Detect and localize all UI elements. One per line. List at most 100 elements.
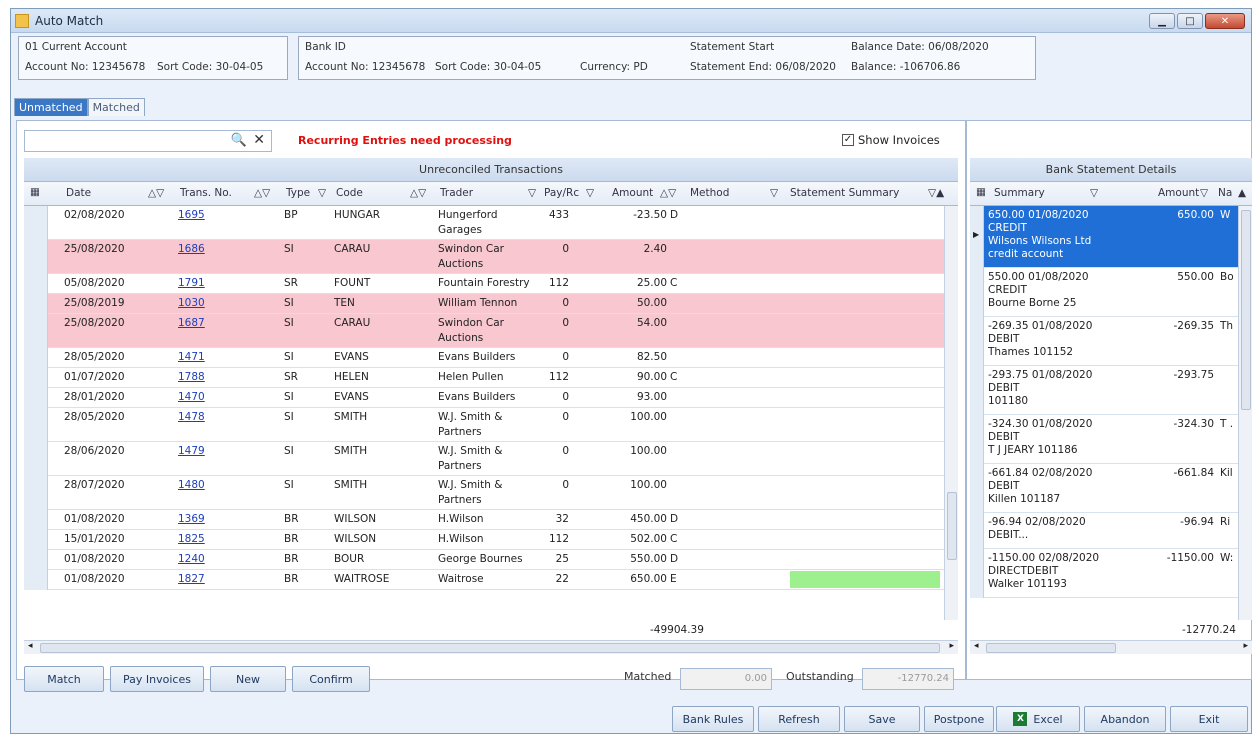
row-gutter[interactable]	[24, 442, 48, 476]
row-gutter[interactable]	[24, 274, 48, 294]
date-sort-filter-icon[interactable]: △▽	[148, 187, 164, 199]
cell-trans[interactable]: 1825	[178, 533, 205, 545]
excel-button[interactable]: X Excel	[996, 706, 1080, 732]
tab-matched[interactable]: Matched	[87, 98, 145, 116]
row-gutter[interactable]	[24, 314, 48, 348]
statement-row[interactable]: -293.75 01/08/2020 DEBIT 101180 -293.75	[970, 366, 1238, 415]
abandon-button[interactable]: Abandon	[1084, 706, 1166, 732]
statement-row[interactable]: ▶ 650.00 01/08/2020 CREDIT Wilsons Wilsons …	[970, 206, 1238, 268]
row-gutter[interactable]: ▶	[970, 206, 984, 268]
table-row[interactable]: 05/08/2020 1791 SR FOUNT Fountain Forestry 11…	[24, 274, 944, 294]
type-filter-icon[interactable]: ▽	[318, 187, 326, 199]
row-gutter[interactable]	[24, 476, 48, 510]
table-row[interactable]: 25/08/2019 1030 SI TEN William Tennon 0 50.00	[24, 294, 944, 314]
row-gutter[interactable]	[24, 294, 48, 314]
search-icon[interactable]: 🔍	[231, 133, 247, 148]
scroll-left-icon[interactable]: ◂	[28, 641, 33, 651]
header-statement-summary[interactable]: Statement Summary	[790, 187, 899, 199]
right-header-scroll-icon[interactable]: ▲	[1238, 187, 1246, 199]
right-vertical-scrollbar[interactable]	[1238, 206, 1252, 620]
row-gutter[interactable]	[970, 513, 984, 549]
pay-invoices-button[interactable]: Pay Invoices	[110, 666, 204, 692]
clear-search-icon[interactable]: ✕	[253, 132, 265, 148]
row-gutter[interactable]	[24, 570, 48, 590]
maximize-button[interactable]: □	[1177, 13, 1203, 29]
close-button[interactable]: ✕	[1205, 13, 1245, 29]
save-button[interactable]: Save	[844, 706, 920, 732]
search-input[interactable]: 🔍 ✕	[24, 130, 272, 152]
right-vscroll-thumb[interactable]	[1241, 210, 1251, 410]
statement-row[interactable]: -1150.00 02/08/2020 DIRECTDEBIT Walker 101…	[970, 549, 1238, 598]
row-gutter[interactable]	[24, 388, 48, 408]
row-gutter[interactable]	[970, 415, 984, 464]
cell-trans[interactable]: 1827	[178, 573, 205, 585]
row-gutter[interactable]	[24, 510, 48, 530]
cell-trans[interactable]: 1480	[178, 479, 205, 491]
code-sort-filter-icon[interactable]: △▽	[410, 187, 426, 199]
statement-row[interactable]: -269.35 01/08/2020 DEBIT Thames 101152 -269…	[970, 317, 1238, 366]
table-row[interactable]: 28/06/2020 1479 SI SMITH W.J. Smith & 0 100.00…	[24, 442, 944, 476]
trans-sort-filter-icon[interactable]: △▽	[254, 187, 270, 199]
row-gutter[interactable]	[970, 366, 984, 415]
header-trans-no[interactable]: Trans. No.	[180, 187, 232, 199]
right-summary-filter-icon[interactable]: ▽	[1090, 187, 1098, 199]
header-type[interactable]: Type	[286, 187, 310, 199]
header-date[interactable]: Date	[66, 187, 91, 199]
trader-filter-icon[interactable]: ▽	[528, 187, 536, 199]
new-button[interactable]: New	[210, 666, 286, 692]
statement-row[interactable]: -96.94 02/08/2020 DEBIT... -96.94 Ri	[970, 513, 1238, 549]
row-gutter[interactable]	[24, 530, 48, 550]
method-filter-icon[interactable]: ▽	[770, 187, 778, 199]
header-amount[interactable]: Amount	[612, 187, 653, 199]
table-row[interactable]: 02/08/2020 1695 BP HUNGAR Hungerford 433 -23.5…	[24, 206, 944, 240]
right-horizontal-scrollbar[interactable]: ◂ ▸	[970, 640, 1252, 654]
cell-trans[interactable]: 1479	[178, 445, 205, 457]
row-gutter[interactable]	[970, 464, 984, 513]
postpone-button[interactable]: Postpone	[924, 706, 994, 732]
statement-row[interactable]: 550.00 01/08/2020 CREDIT Bourne Borne 25 55…	[970, 268, 1238, 317]
row-gutter[interactable]	[970, 549, 984, 598]
refresh-button[interactable]: Refresh	[758, 706, 840, 732]
statement-row[interactable]: -661.84 02/08/2020 DEBIT Killen 101187 -661…	[970, 464, 1238, 513]
tab-unmatched[interactable]: Unmatched	[14, 98, 88, 116]
table-row[interactable]: 28/05/2020 1478 SI SMITH W.J. Smith & 0 100.00…	[24, 408, 944, 442]
header-trader[interactable]: Trader	[440, 187, 473, 199]
bank-rules-button[interactable]: Bank Rules	[672, 706, 754, 732]
table-row[interactable]: 28/01/2020 1470 SI EVANS Evans Builders 0 93.0…	[24, 388, 944, 408]
match-button[interactable]: Match	[24, 666, 104, 692]
row-gutter[interactable]	[970, 268, 984, 317]
table-row[interactable]: 28/07/2020 1480 SI SMITH W.J. Smith & 0 100.00…	[24, 476, 944, 510]
amount-sort-filter-icon[interactable]: △▽	[660, 187, 676, 199]
cell-trans[interactable]: 1470	[178, 391, 205, 403]
statement-row[interactable]: -324.30 01/08/2020 DEBIT T J JEARY 101186 -…	[970, 415, 1238, 464]
right-hscroll-thumb[interactable]	[986, 643, 1116, 653]
row-gutter[interactable]	[24, 408, 48, 442]
cell-trans[interactable]: 1471	[178, 351, 205, 363]
summary-filter-icon[interactable]: ▽▲	[928, 187, 944, 199]
table-row[interactable]: 01/08/2020 1827 BR WAITROSE Waitrose 22 650.00…	[24, 570, 944, 590]
cell-trans[interactable]: 1695	[178, 209, 205, 221]
row-gutter[interactable]	[24, 240, 48, 274]
cell-trans[interactable]: 1478	[178, 411, 205, 423]
row-gutter[interactable]	[970, 317, 984, 366]
checkbox-checked-icon[interactable]: ✓	[842, 134, 854, 146]
table-row[interactable]: 01/07/2020 1788 SR HELEN Helen Pullen 112 90.0…	[24, 368, 944, 388]
header-method[interactable]: Method	[690, 187, 729, 199]
confirm-button[interactable]: Confirm	[292, 666, 370, 692]
left-horizontal-scrollbar[interactable]: ◂ ▸	[24, 640, 958, 654]
statement-summary-match-cell[interactable]	[790, 571, 940, 588]
row-gutter[interactable]	[24, 348, 48, 368]
table-row[interactable]: 01/08/2020 1240 BR BOUR George Bournes 25 550.…	[24, 550, 944, 570]
cell-trans[interactable]: 1030	[178, 297, 205, 309]
show-invoices-checkbox[interactable]: ✓ Show Invoices	[842, 133, 940, 147]
cell-trans[interactable]: 1788	[178, 371, 205, 383]
table-row[interactable]: 15/01/2020 1825 BR WILSON H.Wilson 112 502.00 C	[24, 530, 944, 550]
header-summary[interactable]: Summary	[994, 187, 1045, 199]
right-column-chooser-icon[interactable]: ▦	[976, 186, 986, 198]
table-row[interactable]: 28/05/2020 1471 SI EVANS Evans Builders 0 82.5…	[24, 348, 944, 368]
table-row[interactable]: 01/08/2020 1369 BR WILSON H.Wilson 32 450.00 D	[24, 510, 944, 530]
cell-trans[interactable]: 1369	[178, 513, 205, 525]
cell-trans[interactable]: 1791	[178, 277, 205, 289]
cell-trans[interactable]: 1686	[178, 243, 205, 255]
payrc-filter-icon[interactable]: ▽	[586, 187, 594, 199]
